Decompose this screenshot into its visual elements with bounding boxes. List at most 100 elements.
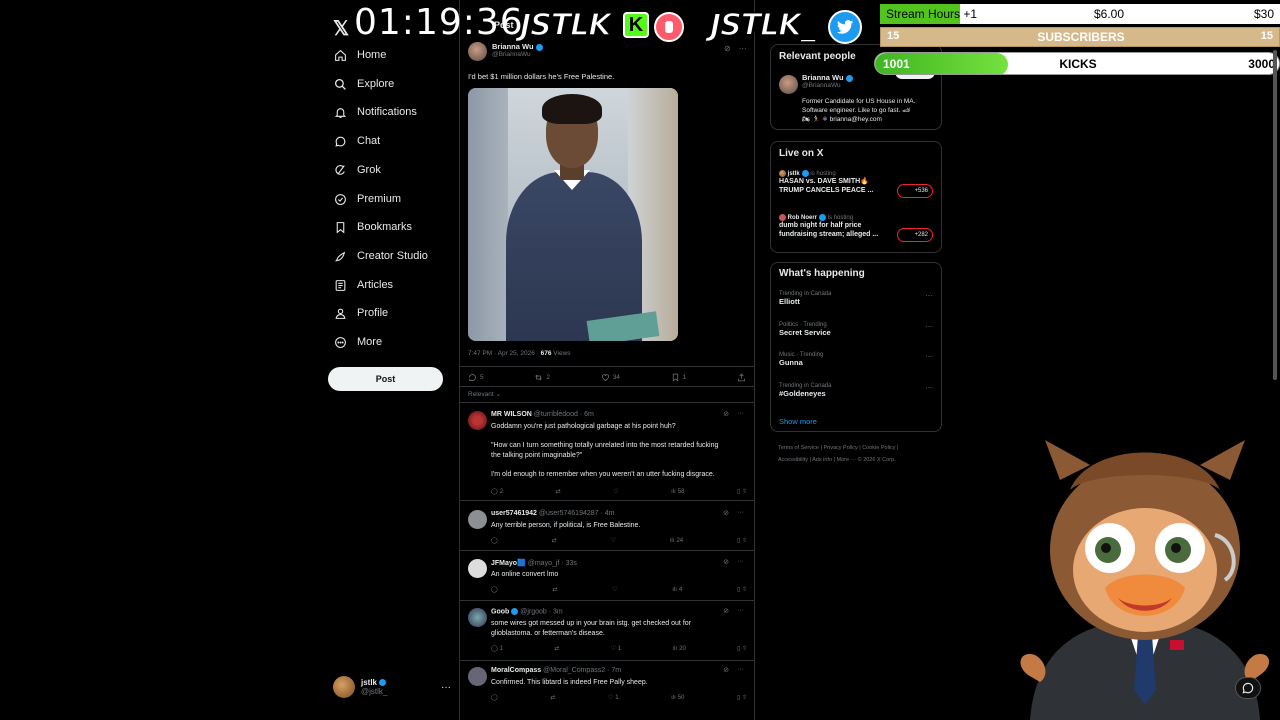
- reply-author[interactable]: Goob: [491, 608, 509, 615]
- live-item-title[interactable]: fundraising stream; alleged ...: [779, 230, 878, 239]
- views-button[interactable]: ılı 24: [670, 537, 683, 544]
- nav-item-premium[interactable]: Premium: [333, 189, 401, 209]
- reply-button[interactable]: ◯: [491, 694, 498, 701]
- scrollbar-thumb[interactable]: [1273, 50, 1277, 380]
- reply-button[interactable]: ◯: [491, 586, 498, 593]
- nav-item-grok[interactable]: Grok: [333, 160, 381, 180]
- views-button[interactable]: ılı 20: [672, 645, 685, 652]
- bookmark-button[interactable]: 1: [671, 373, 686, 382]
- reply-item[interactable]: Goob @jrgoob · 3m ⊘ ··· some wires got me…: [468, 607, 748, 658]
- post-author[interactable]: Brianna Wu @BriannaWu: [468, 42, 543, 61]
- reply-avatar[interactable]: [468, 559, 487, 578]
- trend-item[interactable]: Trending in Canada Elliott: [779, 291, 831, 306]
- trend-item[interactable]: Politics · Trending Secret Service: [779, 322, 831, 337]
- more-dots-icon[interactable]: ···: [925, 291, 933, 300]
- reply-button[interactable]: ◯: [491, 537, 498, 544]
- repost-button[interactable]: 2: [534, 373, 550, 382]
- reply-author[interactable]: MR WILSON: [491, 411, 532, 418]
- nav-item-profile[interactable]: Profile: [333, 303, 388, 323]
- live-item-title[interactable]: TRUMP CANCELS PEACE ...: [779, 186, 873, 195]
- bookmark-share[interactable]: ▯ ⇧: [737, 586, 747, 593]
- reply-button[interactable]: ◯ 2: [491, 488, 503, 496]
- more-dots-icon[interactable]: ···: [925, 352, 933, 361]
- repost-button[interactable]: ⇄: [552, 537, 557, 544]
- more-dots-icon[interactable]: ···: [925, 322, 933, 331]
- more-dots-icon[interactable]: ···: [737, 410, 744, 418]
- live-item-title[interactable]: HASAN vs. DAVE SMITH🔥: [779, 177, 873, 186]
- reply-avatar[interactable]: [468, 667, 487, 686]
- repost-button[interactable]: ⇄: [552, 586, 557, 593]
- more-dots-icon[interactable]: ···: [441, 682, 451, 693]
- bookmark-share[interactable]: ▯ ⇧: [737, 645, 747, 652]
- live-item[interactable]: jstlk is hosting HASAN vs. DAVE SMITH🔥 T…: [779, 170, 873, 195]
- nav-item-chat[interactable]: Chat: [333, 131, 380, 151]
- repost-button[interactable]: ⇄: [554, 645, 559, 652]
- like-button[interactable]: ♡: [612, 586, 617, 593]
- author-avatar[interactable]: [468, 42, 487, 61]
- footer-link[interactable]: Cookie Policy: [862, 445, 895, 451]
- post-button[interactable]: Post: [328, 367, 443, 391]
- footer-link[interactable]: More ···: [837, 457, 857, 463]
- bookmark-share[interactable]: ▯ ⇧: [737, 488, 747, 495]
- reply-avatar[interactable]: [468, 411, 487, 430]
- post-timestamp[interactable]: 7:47 PM · Apr 25, 2026 ·: [468, 350, 541, 357]
- nav-item-home[interactable]: Home: [333, 45, 386, 65]
- reply-item[interactable]: MR WILSON @turribledood · 6m ⊘ ··· Goddam…: [468, 410, 748, 497]
- bookmark-share[interactable]: ▯ ⇧: [737, 537, 747, 544]
- reply-button[interactable]: ◯ 1: [491, 645, 503, 653]
- nav-item-notifications[interactable]: Notifications: [333, 102, 417, 122]
- repost-button[interactable]: ⇄: [556, 488, 561, 495]
- grok-icon[interactable]: ⊘: [723, 410, 729, 418]
- live-item[interactable]: Rob Noerr is hosting dumb night for half…: [779, 214, 878, 239]
- person-handle[interactable]: @BriannaWu: [802, 82, 853, 89]
- like-button[interactable]: ♡ 1: [608, 694, 619, 702]
- nav-item-explore[interactable]: Explore: [333, 74, 394, 94]
- grok-icon[interactable]: ⊘: [723, 558, 729, 566]
- trend-item[interactable]: Music · Trending Gunna: [779, 352, 823, 367]
- grok-icon[interactable]: ⊘: [723, 666, 729, 674]
- reply-button[interactable]: 5: [468, 373, 484, 382]
- like-button[interactable]: ♡ 1: [611, 645, 622, 653]
- views-button[interactable]: ılı 4: [672, 586, 682, 593]
- footer-link[interactable]: Ads info: [812, 457, 832, 463]
- reply-sort[interactable]: Relevant ⌄: [468, 390, 501, 398]
- like-button[interactable]: ♡: [613, 488, 618, 495]
- footer-link[interactable]: Terms of Service: [778, 445, 819, 451]
- chat-bubble-icon[interactable]: [1235, 677, 1261, 699]
- author-handle[interactable]: @BriannaWu: [492, 51, 543, 58]
- footer-link[interactable]: Privacy Policy: [823, 445, 857, 451]
- more-dots-icon[interactable]: ···: [739, 44, 747, 53]
- author-name[interactable]: Brianna Wu: [492, 42, 534, 51]
- like-button[interactable]: ♡: [611, 537, 616, 544]
- more-dots-icon[interactable]: ···: [737, 509, 744, 517]
- live-listener-count[interactable]: +282: [897, 228, 933, 242]
- show-more-link[interactable]: Show more: [779, 417, 817, 426]
- grok-icon[interactable]: ⊘: [723, 509, 729, 517]
- more-dots-icon[interactable]: ···: [737, 558, 744, 566]
- bookmark-share[interactable]: ▯ ⇧: [737, 694, 747, 701]
- reply-author[interactable]: MoralCompass: [491, 667, 541, 674]
- trend-item[interactable]: Trending in Canada #Goldeneyes: [779, 383, 831, 398]
- reply-author[interactable]: JFMayo🟦: [491, 560, 526, 567]
- like-button[interactable]: 34: [601, 373, 620, 382]
- reply-avatar[interactable]: [468, 510, 487, 529]
- nav-item-bookmarks[interactable]: Bookmarks: [333, 217, 412, 237]
- account-switcher[interactable]: jstlk @jstlk_ ···: [333, 674, 451, 700]
- nav-item-articles[interactable]: Articles: [333, 275, 393, 295]
- reply-author[interactable]: user57461942: [491, 510, 537, 517]
- grok-icon[interactable]: ⊘: [724, 44, 731, 53]
- post-image[interactable]: [468, 88, 678, 341]
- person-avatar[interactable]: [779, 75, 798, 94]
- reply-item[interactable]: JFMayo🟦 @mayo_jf · 33s ⊘ ··· An online co…: [468, 558, 748, 599]
- more-dots-icon[interactable]: ···: [925, 383, 933, 392]
- views-button[interactable]: ılı 58: [671, 488, 684, 495]
- more-dots-icon[interactable]: ···: [737, 607, 744, 615]
- grok-icon[interactable]: ⊘: [723, 607, 729, 615]
- x-logo[interactable]: 𝕏: [333, 16, 349, 41]
- live-listener-count[interactable]: +536: [897, 184, 933, 198]
- person-name[interactable]: Brianna Wu: [802, 73, 844, 82]
- footer-link[interactable]: Accessibility: [778, 457, 808, 463]
- reply-item[interactable]: MoralCompass @Moral_Compass2 · 7m ⊘ ··· C…: [468, 666, 748, 707]
- nav-item-more[interactable]: More: [333, 332, 382, 352]
- views-button[interactable]: ılı 50: [671, 694, 684, 701]
